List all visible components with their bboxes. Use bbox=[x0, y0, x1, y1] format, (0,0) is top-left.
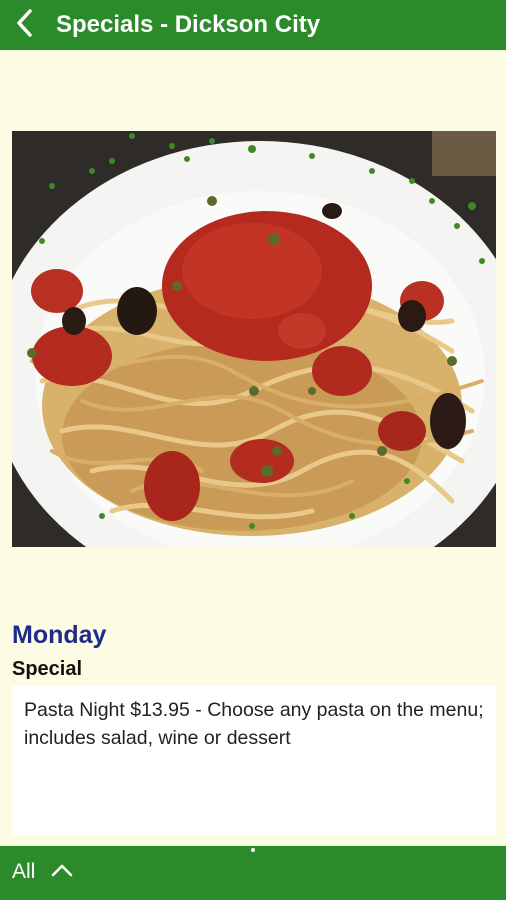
special-description-card: Pasta Night $13.95 - Choose any pasta on… bbox=[12, 686, 496, 836]
bottom-bar: All bbox=[0, 846, 506, 900]
special-day-heading: Monday bbox=[12, 621, 107, 649]
chevron-up-icon bbox=[51, 863, 73, 882]
special-label: Special bbox=[12, 658, 83, 680]
special-description: Pasta Night $13.95 - Choose any pasta on… bbox=[24, 699, 484, 749]
chevron-left-icon bbox=[14, 8, 36, 43]
app-bar: Specials - Dickson City bbox=[0, 0, 506, 50]
filter-toggle[interactable]: All bbox=[12, 860, 73, 884]
page-title: Specials - Dickson City bbox=[56, 11, 321, 38]
back-button[interactable] bbox=[0, 0, 50, 50]
filter-label: All bbox=[12, 860, 36, 883]
special-photo bbox=[12, 131, 496, 547]
drawer-handle bbox=[251, 848, 255, 852]
